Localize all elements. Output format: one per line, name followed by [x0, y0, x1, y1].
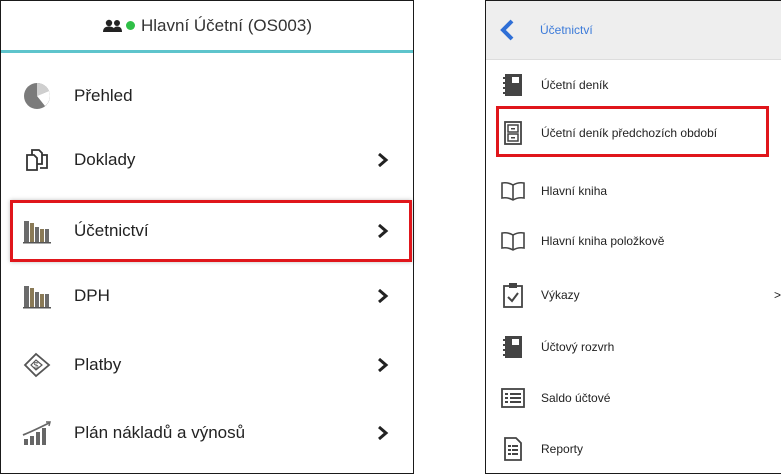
submenu-item-uctovy-rozvrh[interactable]: Účtový rozvrh: [486, 321, 781, 373]
submenu-item-label: Reporty: [541, 442, 584, 456]
menu-item-plan-nakladu[interactable]: Plán nákladů a výnosů: [1, 398, 413, 468]
archive-cabinet-icon: [500, 120, 526, 146]
users-icon: [102, 19, 135, 33]
submenu-item-ucetni-denik-predchozich[interactable]: Účetní deník předchozích období: [486, 107, 781, 159]
menu-item-platby[interactable]: $ Platby: [1, 330, 413, 400]
journal-icon: [500, 72, 526, 98]
submenu-item-reporty[interactable]: Reporty: [486, 423, 781, 473]
submenu-item-label: Účtový rozvrh: [541, 340, 615, 354]
submenu-item-vykazy[interactable]: Výkazy >: [486, 269, 781, 321]
pie-chart-icon: [21, 80, 53, 112]
report-document-icon: [500, 436, 526, 462]
chevron-right-icon: [375, 288, 391, 304]
submenu-item-label: Účetní deník: [541, 78, 609, 92]
growth-chart-icon: [21, 417, 53, 449]
main-menu-panel: Hlavní Účetní (OS003) Přehled Doklady Úč…: [0, 0, 414, 474]
menu-item-dph[interactable]: DPH: [1, 261, 413, 331]
user-header: Hlavní Účetní (OS003): [1, 1, 413, 53]
menu-item-ucetnictvi[interactable]: Účetnictví: [1, 196, 413, 266]
books-icon: [21, 280, 53, 312]
submenu-item-label: Hlavní kniha položkově: [541, 234, 665, 248]
open-book-icon: [500, 178, 526, 204]
submenu-item-label: Účetní deník předchozích období: [541, 126, 718, 140]
submenu-title: Účetnictví: [540, 23, 593, 37]
clipboard-check-icon: [500, 282, 526, 308]
online-status-icon: [125, 21, 135, 30]
submenu-item-label: Hlavní kniha: [541, 184, 608, 198]
svg-text:$: $: [34, 361, 39, 371]
chevron-right-icon: [375, 357, 391, 373]
submenu-item-label: Výkazy: [541, 288, 580, 302]
submenu-panel: Účetnictví Účetní deník Účetní deník pře…: [485, 0, 781, 474]
menu-item-doklady[interactable]: Doklady: [1, 125, 413, 195]
books-icon: [21, 215, 53, 247]
journal-icon: [500, 334, 526, 360]
back-chevron-icon[interactable]: [492, 13, 522, 47]
submenu-item-ucetni-denik[interactable]: Účetní deník: [486, 59, 781, 111]
submenu-item-hlavni-kniha-polozkove[interactable]: Hlavní kniha položkově: [486, 215, 781, 267]
menu-item-label: Doklady: [74, 150, 136, 169]
menu-item-label: Platby: [74, 355, 122, 374]
documents-icon: [21, 144, 53, 176]
chevron-right-icon: [375, 223, 391, 239]
submenu-item-label: Saldo účtové: [541, 391, 611, 405]
menu-item-label: DPH: [74, 286, 110, 305]
user-role-title: Hlavní Účetní (OS003): [140, 15, 312, 35]
payment-icon: $: [21, 349, 53, 381]
submenu-header: Účetnictví: [486, 1, 781, 60]
submenu-item-hlavni-kniha[interactable]: Hlavní kniha: [486, 165, 781, 217]
chevron-right-icon: >: [773, 288, 781, 302]
chevron-right-icon: [375, 425, 391, 441]
menu-item-prehled[interactable]: Přehled: [1, 61, 413, 131]
menu-item-label: Účetnictví: [74, 221, 149, 240]
list-card-icon: [500, 385, 526, 411]
submenu-item-saldo-uctove[interactable]: Saldo účtové: [486, 372, 781, 424]
menu-item-label: Plán nákladů a výnosů: [74, 423, 246, 442]
chevron-right-icon: [375, 152, 391, 168]
menu-item-label: Přehled: [74, 86, 133, 105]
open-book-icon: [500, 228, 526, 254]
